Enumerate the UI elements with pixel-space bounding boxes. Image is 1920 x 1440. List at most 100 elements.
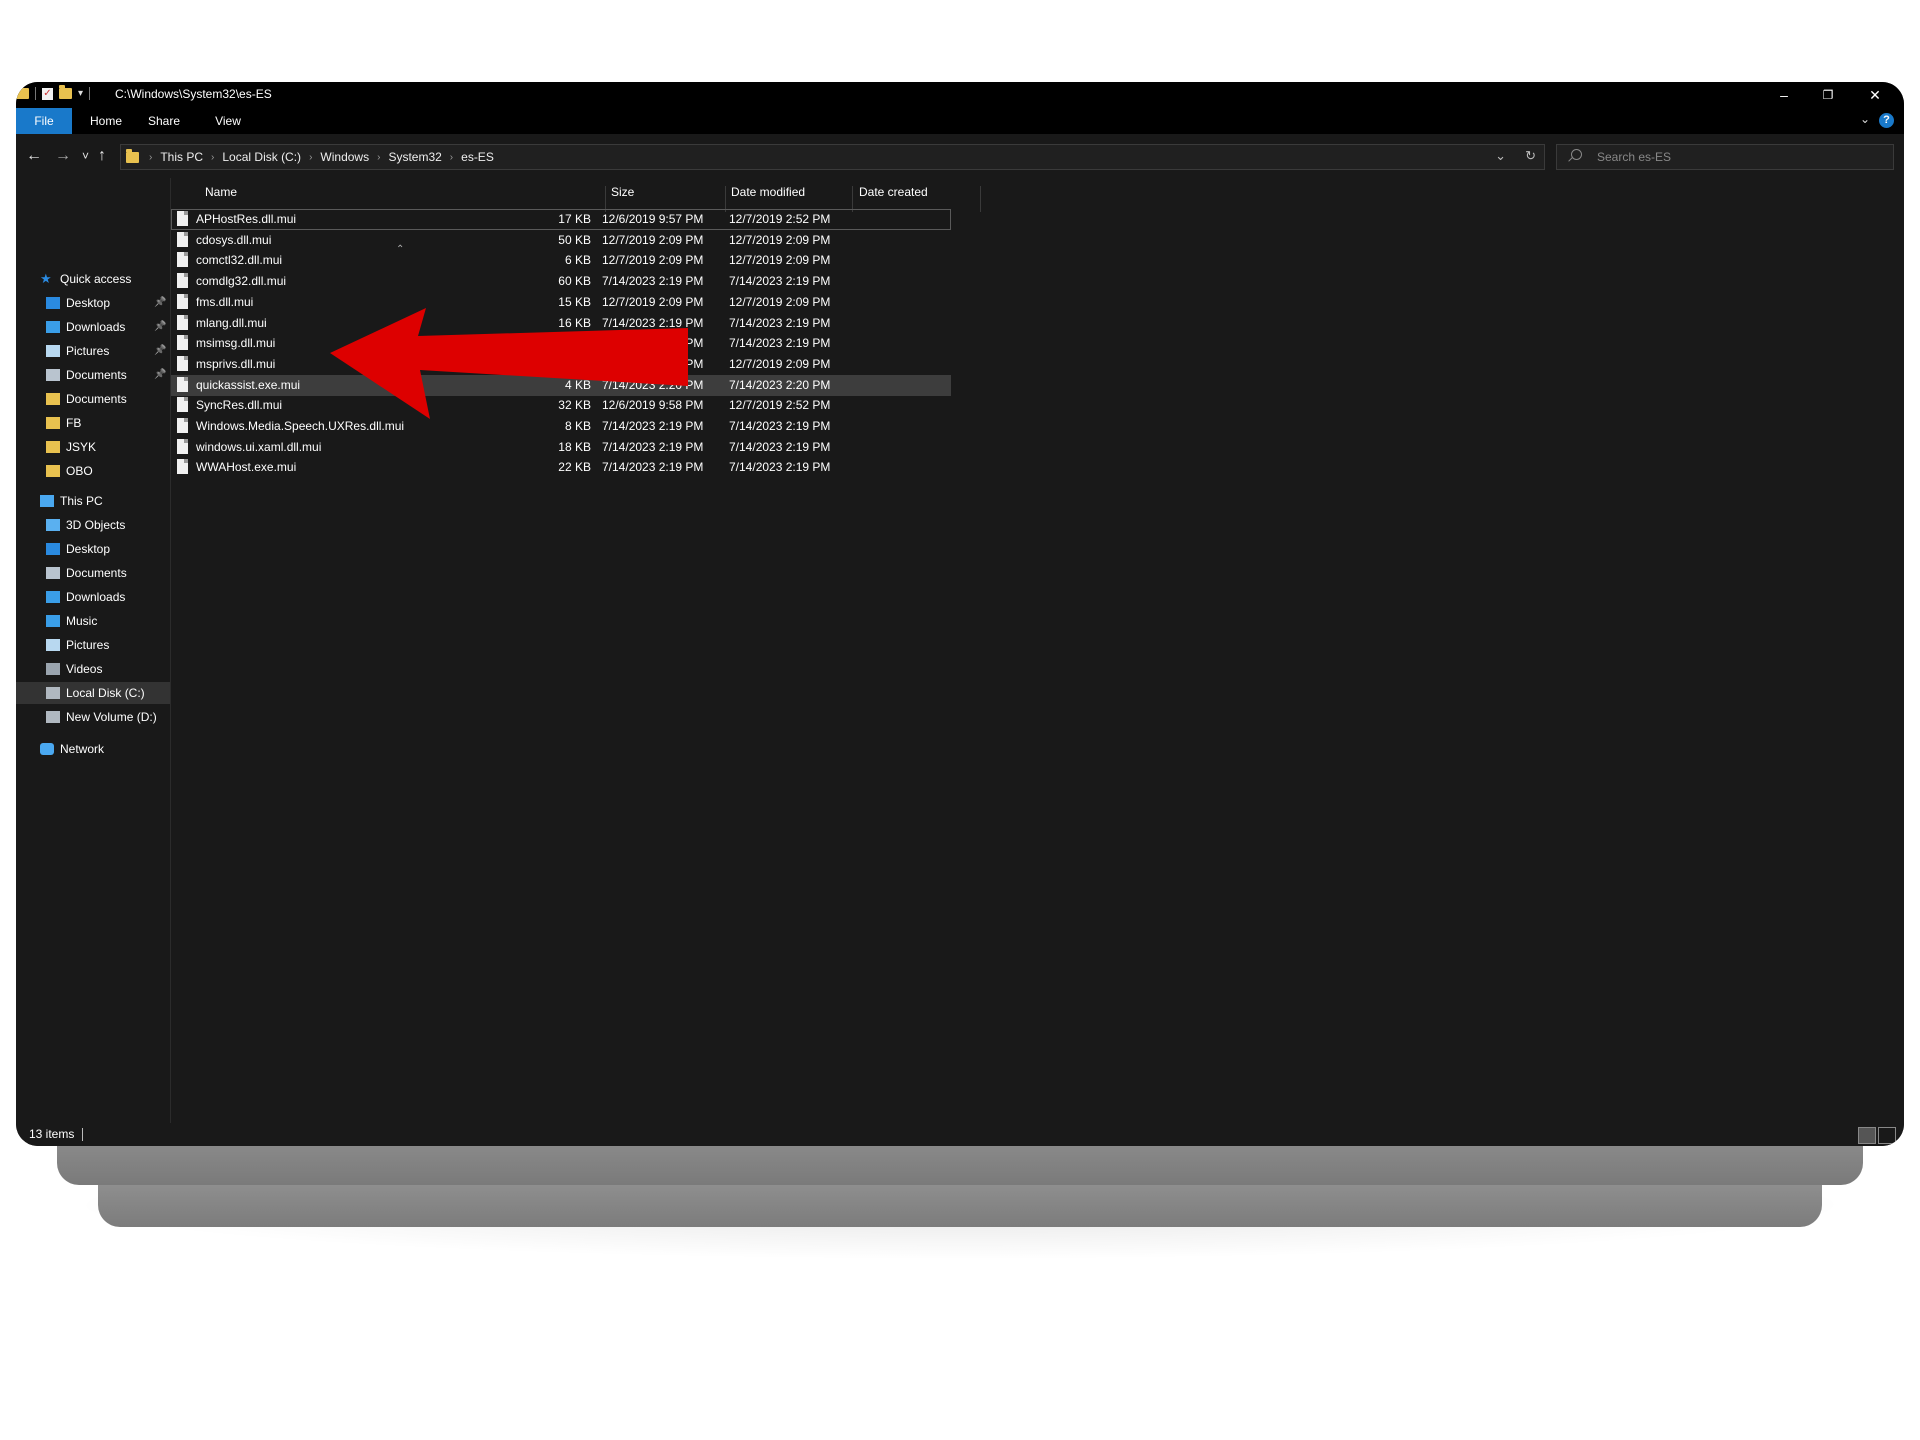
sidebar-item-obo[interactable]: OBO <box>16 460 170 482</box>
column-header-date-modified[interactable]: Date modified <box>731 178 805 206</box>
back-button[interactable]: ← <box>26 134 42 178</box>
file-date-created: 7/14/2023 2:19 PM <box>729 336 831 351</box>
sidebar-item-pictures[interactable]: Pictures 📌 <box>16 340 170 362</box>
sidebar-item-desktop[interactable]: Desktop <box>16 538 170 560</box>
tab-view[interactable]: View <box>202 108 254 134</box>
breadcrumb-this-pc[interactable]: This PC <box>160 150 203 164</box>
status-bar: 13 items <box>16 1123 1904 1146</box>
sidebar-item-desktop[interactable]: Desktop 📌 <box>16 292 170 314</box>
table-row[interactable]: comdlg32.dll.mui 60 KB 7/14/2023 2:19 PM 7/… <box>171 271 951 292</box>
file-date-created: 7/14/2023 2:19 PM <box>729 315 831 330</box>
sidebar-item-pictures[interactable]: Pictures <box>16 634 170 656</box>
ribbon: File Home Share View ⌄ ? <box>16 108 1904 134</box>
breadcrumb-windows[interactable]: Windows <box>320 150 369 164</box>
videos-icon <box>46 663 60 675</box>
help-button[interactable]: ? <box>1879 113 1894 128</box>
chevron-down-icon[interactable]: ⌄ <box>1495 148 1506 164</box>
sidebar-item-downloads[interactable]: Downloads <box>16 586 170 608</box>
chevron-right-icon: › <box>449 151 454 163</box>
sidebar-item-3d-objects[interactable]: 3D Objects <box>16 514 170 536</box>
table-row[interactable]: Windows.Media.Speech.UXRes.dll.mui 8 KB 7/… <box>171 416 951 437</box>
properties-icon[interactable]: ✓ <box>42 87 53 100</box>
table-row[interactable]: comctl32.dll.mui 6 KB 12/7/2019 2:09 PM 12/… <box>171 250 951 271</box>
file-name: mlang.dll.mui <box>196 315 267 330</box>
sidebar-item-label: Quick access <box>60 272 132 286</box>
file-name: windows.ui.xaml.dll.mui <box>196 439 322 454</box>
file-date-modified: 12/6/2019 9:57 PM <box>602 212 704 226</box>
file-icon <box>177 376 188 392</box>
sidebar-item-label: Music <box>66 614 98 628</box>
drive-icon <box>46 687 60 699</box>
forward-button[interactable]: → <box>55 134 71 178</box>
expand-ribbon-icon[interactable]: ⌄ <box>1860 112 1870 126</box>
column-header-size[interactable]: Size <box>611 178 634 206</box>
file-date-created: 12/7/2019 2:09 PM <box>729 294 831 309</box>
file-date-modified: 12/7/2019 2:09 PM <box>602 232 704 247</box>
file-icon <box>177 293 188 309</box>
table-row[interactable]: cdosys.dll.mui 50 KB 12/7/2019 2:09 PM 12/7… <box>171 230 951 251</box>
file-icon <box>177 418 188 433</box>
sidebar-item-label: Network <box>60 742 105 756</box>
title-bar: ✓ ▾ C:\Windows\System32\es-ES – ❐ ✕ <box>16 82 1904 108</box>
details-view-button[interactable] <box>1858 1127 1876 1144</box>
recent-locations-button[interactable]: ˅ <box>82 134 89 178</box>
up-button[interactable]: ↑ <box>98 134 106 178</box>
breadcrumb: › This PC › Local Disk (C:) › Windows › … <box>141 145 494 169</box>
sidebar-item-new-volume-d[interactable]: New Volume (D:) <box>16 706 170 728</box>
pin-icon: 📌 <box>154 345 167 356</box>
tab-home[interactable]: Home <box>80 108 132 134</box>
computer-icon <box>40 495 54 507</box>
sidebar-item-quick-access[interactable]: ★ Quick access <box>16 268 170 290</box>
file-date-modified: 7/14/2023 2:19 PM <box>602 439 704 454</box>
file-icon <box>177 211 188 226</box>
breadcrumb-system32[interactable]: System32 <box>388 150 441 164</box>
file-date-modified: 7/14/2023 2:19 PM <box>602 460 704 475</box>
chevron-right-icon: › <box>211 151 215 163</box>
tab-share[interactable]: Share <box>138 108 190 134</box>
sidebar-item-label: Pictures <box>66 344 110 358</box>
table-row[interactable]: WWAHost.exe.mui 22 KB 7/14/2023 2:19 PM 7/1… <box>171 457 951 478</box>
network-icon <box>40 743 54 755</box>
column-header-date-created[interactable]: Date created <box>859 178 928 206</box>
search-input[interactable]: Search es-ES <box>1597 150 1671 164</box>
refresh-icon[interactable]: ↻ <box>1525 148 1536 164</box>
sidebar-item-music[interactable]: Music <box>16 610 170 632</box>
file-name: WWAHost.exe.mui <box>196 460 297 475</box>
sidebar-item-jsyk[interactable]: JSYK <box>16 436 170 458</box>
desktop-icon <box>46 543 60 555</box>
folder-icon <box>46 441 60 453</box>
sidebar-item-downloads[interactable]: Downloads 📌 <box>16 316 170 338</box>
close-button[interactable]: ✕ <box>1852 82 1898 108</box>
table-row[interactable]: APHostRes.dll.mui 17 KB 12/6/2019 9:57 PM 1… <box>171 209 951 230</box>
search-box[interactable]: Search es-ES <box>1556 144 1894 170</box>
file-size: 8 KB <box>564 419 591 433</box>
download-icon <box>46 591 60 603</box>
item-count: 13 items <box>29 1127 75 1141</box>
address-bar[interactable]: › This PC › Local Disk (C:) › Windows › … <box>120 144 1545 170</box>
sidebar-item-label: Desktop <box>66 296 111 310</box>
sidebar-item-documents[interactable]: Documents <box>16 388 170 410</box>
restore-button[interactable]: ❐ <box>1805 82 1851 108</box>
file-icon <box>177 231 188 247</box>
sidebar-item-this-pc[interactable]: This PC <box>16 490 170 512</box>
sidebar-item-local-disk-c[interactable]: Local Disk (C:) <box>16 682 170 704</box>
breadcrumb-es-es[interactable]: es-ES <box>461 150 494 164</box>
column-header-name[interactable]: Name <box>205 178 237 206</box>
column-separator[interactable] <box>980 186 981 212</box>
sidebar-item-documents[interactable]: Documents 📌 <box>16 364 170 386</box>
sidebar-item-network[interactable]: Network <box>16 738 170 760</box>
customize-toolbar-icon[interactable]: ▾ <box>78 88 83 99</box>
table-row[interactable]: windows.ui.xaml.dll.mui 18 KB 7/14/2023 2:… <box>171 437 951 458</box>
file-icon <box>177 438 188 454</box>
sidebar-item-videos[interactable]: Videos <box>16 658 170 680</box>
sidebar-item-fb[interactable]: FB <box>16 412 170 434</box>
sidebar-item-label: Documents <box>66 392 127 406</box>
sidebar-item-documents[interactable]: Documents <box>16 562 170 584</box>
minimize-button[interactable]: – <box>1761 82 1807 108</box>
tab-file[interactable]: File <box>16 108 72 134</box>
breadcrumb-local-disk[interactable]: Local Disk (C:) <box>222 150 301 164</box>
music-icon <box>46 615 60 627</box>
large-icons-view-button[interactable] <box>1878 1127 1896 1144</box>
new-folder-icon[interactable] <box>59 85 72 99</box>
search-icon <box>1571 149 1582 160</box>
